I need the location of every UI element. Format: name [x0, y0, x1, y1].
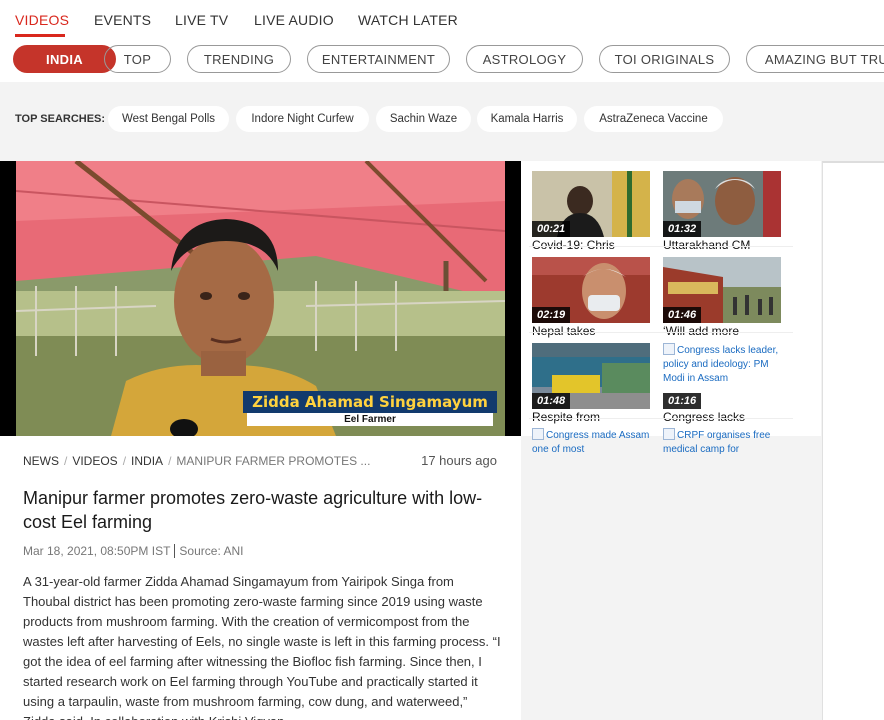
time-ago: 17 hours ago: [421, 453, 497, 468]
related-video-card[interactable]: Congress lacks leader, policy and ideolo…: [663, 343, 781, 427]
lower-third-name: Zidda Ahamad Singamayum: [243, 391, 497, 413]
search-tag[interactable]: Sachin Waze: [376, 106, 471, 132]
video-thumbnail: 01:32: [663, 171, 781, 237]
pill-trending[interactable]: TRENDING: [187, 45, 291, 73]
lower-third-title: Eel Farmer: [247, 413, 493, 426]
nav-events[interactable]: EVENTS: [94, 12, 151, 28]
nav-watch-later[interactable]: WATCH LATER: [358, 12, 458, 28]
related-video-card[interactable]: 01:46 ‘Will add more: [663, 257, 781, 341]
pill-astrology[interactable]: ASTROLOGY: [466, 45, 583, 73]
top-nav: VIDEOS EVENTS LIVE TV LIVE AUDIO WATCH L…: [0, 0, 884, 37]
divider: [529, 332, 793, 333]
breadcrumb: NEWS / VIDEOS / INDIA / MANIPUR FARMER PROMOTE…: [23, 454, 371, 468]
video-frame: Zidda Ahamad Singamayum Eel Farmer: [16, 161, 505, 436]
broken-image-icon: [663, 428, 675, 440]
breadcrumb-news[interactable]: NEWS: [23, 454, 59, 468]
pill-india[interactable]: INDIA: [13, 45, 116, 73]
video-duration: 01:46: [663, 307, 702, 323]
ad-slot: [822, 161, 884, 720]
video-thumbnail: 01:48: [532, 343, 650, 409]
video-duration: 01:32: [663, 221, 702, 237]
article-meta: Mar 18, 2021, 08:50PM IST Source: ANI: [23, 544, 243, 558]
related-video-card[interactable]: 00:21 Covid-19: Chris: [532, 171, 650, 255]
search-tag[interactable]: AstraZeneca Vaccine: [584, 106, 723, 132]
article-source: Source: ANI: [179, 544, 244, 558]
video-thumbnail: 01:46: [663, 257, 781, 323]
article-date: Mar 18, 2021, 08:50PM IST: [23, 544, 171, 558]
pill-amazing-but-true[interactable]: AMAZING BUT TRUE: [746, 45, 884, 73]
broken-image-icon: [532, 428, 544, 440]
lower-third: Zidda Ahamad Singamayum Eel Farmer: [243, 391, 497, 426]
nav-videos[interactable]: VIDEOS: [15, 12, 69, 28]
image-alt-text: CRPF organises free medical camp for: [663, 430, 771, 455]
article: NEWS / VIDEOS / INDIA / MANIPUR FARMER PROMOTE…: [0, 436, 521, 720]
broken-image: Congress lacks leader, policy and ideolo…: [663, 343, 781, 386]
search-tag[interactable]: Indore Night Curfew: [236, 106, 369, 132]
category-pills: INDIA TOP TRENDING ENTERTAINMENT ASTROLO…: [0, 44, 884, 76]
related-videos-grid: 00:21 Covid-19: Chris 01:32 Uttarakhand …: [521, 161, 821, 455]
divider: [529, 418, 793, 419]
related-video-card[interactable]: 01:32 Uttarakhand CM: [663, 171, 781, 255]
video-thumbnail: Congress lacks leader, policy and ideolo…: [663, 343, 781, 409]
related-video-card[interactable]: CRPF organises free medical camp for: [663, 428, 781, 458]
pill-toi-originals[interactable]: TOI ORIGINALS: [599, 45, 730, 73]
image-alt-text: Congress lacks leader, policy and ideolo…: [663, 345, 779, 384]
breadcrumb-current: MANIPUR FARMER PROMOTES ...: [176, 454, 371, 468]
related-video-card[interactable]: 01:48 Respite from: [532, 343, 650, 427]
divider: [529, 246, 793, 247]
related-video-card[interactable]: Congress made Assam one of most: [532, 428, 650, 458]
active-nav-indicator: [15, 34, 65, 37]
search-tag[interactable]: West Bengal Polls: [108, 106, 229, 132]
related-video-card[interactable]: 02:19 Nepal takes: [532, 257, 650, 341]
video-duration: 01:48: [532, 393, 571, 409]
broken-image: Congress made Assam one of most: [532, 428, 650, 457]
video-thumbnail: 00:21: [532, 171, 650, 237]
top-searches-label: TOP SEARCHES:: [15, 113, 106, 125]
pill-entertainment[interactable]: ENTERTAINMENT: [307, 45, 450, 73]
nav-live-tv[interactable]: LIVE TV: [175, 12, 228, 28]
broken-image-icon: [663, 343, 675, 355]
video-duration: 00:21: [532, 221, 571, 237]
image-alt-text: Congress made Assam one of most: [532, 430, 650, 455]
nav-live-audio[interactable]: LIVE AUDIO: [254, 12, 334, 28]
breadcrumb-india[interactable]: INDIA: [131, 454, 163, 468]
search-tag[interactable]: Kamala Harris: [477, 106, 577, 132]
breadcrumb-videos[interactable]: VIDEOS: [72, 454, 117, 468]
article-headline: Manipur farmer promotes zero-waste agric…: [23, 488, 483, 532]
article-body: A 31-year-old farmer Zidda Ahamad Singam…: [23, 574, 501, 720]
video-thumbnail: 02:19: [532, 257, 650, 323]
pill-top[interactable]: TOP: [104, 45, 171, 73]
video-duration: 01:16: [663, 393, 702, 409]
top-searches-bar: TOP SEARCHES: West Bengal Polls Indore N…: [0, 82, 884, 162]
broken-image: CRPF organises free medical camp for: [663, 428, 781, 457]
video-duration: 02:19: [532, 307, 571, 323]
video-player[interactable]: Zidda Ahamad Singamayum Eel Farmer: [0, 161, 521, 436]
